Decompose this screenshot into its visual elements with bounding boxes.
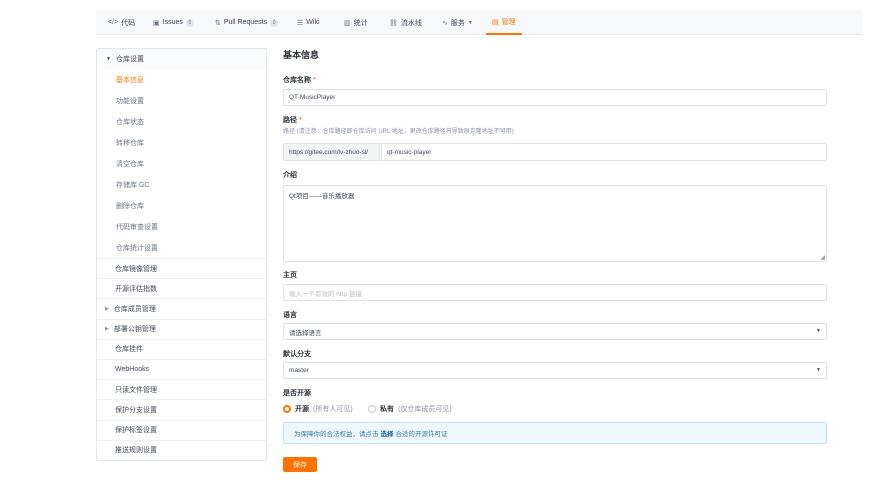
sidebar-item-mirror[interactable]: 仓库镜像管理 (97, 258, 266, 278)
notice-text: 合适的开源许可证 (395, 431, 448, 438)
sidebar-item-repo-status[interactable]: 仓库状态 (97, 111, 266, 132)
language-select[interactable]: 请选择语言 ▼ (283, 323, 827, 340)
homepage-input[interactable]: 输入一个有效的 http 链接 (283, 284, 827, 301)
issues-icon: ▣ (153, 19, 160, 27)
sidebar-item-transfer[interactable]: 转移仓库 (97, 132, 266, 153)
sidebar-group-label: 仓库设置 (115, 56, 144, 63)
chevron-down-icon: ▼ (816, 367, 821, 373)
sidebar-item-readonly-files[interactable]: 只读文件管理 (97, 379, 266, 399)
radio-checked-icon[interactable] (283, 405, 291, 413)
label-text: 路径 (283, 117, 297, 124)
radio-label: 私有 (380, 406, 394, 413)
license-notice: 为保障你的合法权益，请点击 选择 合适的开源许可证 (283, 422, 827, 444)
language-label: 语言 (283, 312, 297, 319)
tab-issues[interactable]: ▣ Issues 0 (153, 10, 194, 35)
radio-note: (仅仓库成员可见) (398, 406, 452, 413)
path-input[interactable]: qt-music-player (381, 143, 827, 161)
radio-label: 开源 (295, 406, 309, 413)
sidebar-group-repo-settings[interactable]: ▼ 仓库设置 (97, 49, 266, 69)
sidebar-item-members[interactable]: ▶ 仓库成员管理 (97, 298, 266, 318)
chevron-down-icon: ▼ (106, 56, 111, 62)
sidebar-item-clear[interactable]: 清空仓库 (97, 153, 266, 174)
sidebar-item-protected-tags[interactable]: 保护标签设置 (97, 419, 266, 440)
sidebar-item-deploy-keys[interactable]: ▶ 部署公钥管理 (97, 318, 266, 339)
resize-grip-icon[interactable]: ◢ (820, 254, 825, 261)
open-source-label: 是否开源 (283, 390, 311, 397)
choose-license-link[interactable]: 选择 (381, 428, 394, 438)
sidebar-item-widgets[interactable]: 仓库挂件 (97, 338, 266, 359)
tab-service[interactable]: ∿ 服务 ▼ (442, 10, 473, 35)
sidebar-item-code-review[interactable]: 代码审查设置 (97, 216, 266, 237)
sidebar-item-push-rules[interactable]: 推送规则设置 (97, 439, 266, 460)
chevron-right-icon: ▶ (105, 305, 109, 312)
repo-name-label: 仓库名称 * (283, 75, 316, 85)
tab-label: Wiki (306, 19, 320, 26)
required-mark: * (299, 117, 302, 124)
path-label: 路径 * (283, 115, 302, 125)
sidebar-item-webhooks[interactable]: WebHooks (97, 358, 266, 379)
path-prefix: https://gitee.com/lv-zhuo-si/ (283, 143, 380, 161)
repo-name-input[interactable]: QT-MusicPlayer (283, 89, 827, 106)
tab-pipeline[interactable]: ⛓ 流水线 (389, 10, 422, 35)
sidebar-item-oss-index[interactable]: 开源评估指数 (97, 278, 266, 298)
tab-label: 代码 (121, 19, 136, 27)
page-title: 基本信息 (283, 50, 320, 60)
count-badge: 0 (185, 18, 194, 27)
pull-request-icon: ⇅ (215, 19, 221, 27)
tab-wiki[interactable]: ☰ Wiki (297, 10, 320, 35)
radio-unchecked-icon[interactable] (368, 405, 376, 413)
homepage-label: 主页 (283, 272, 297, 279)
notice-text: 为保障你的合法权益，请点击 (294, 431, 379, 438)
intro-textarea[interactable]: Qt项目——音乐播放器 ◢ (283, 185, 827, 262)
save-button[interactable]: 保存 (283, 457, 317, 472)
code-icon: </> (108, 19, 119, 26)
select-value: master (289, 367, 309, 374)
radio-public[interactable]: 开源 (所有人可见) (283, 404, 353, 414)
count-badge: 0 (270, 18, 279, 27)
label-text: 仓库名称 (283, 77, 311, 84)
sidebar-item-gc[interactable]: 存储库 GC (97, 174, 266, 195)
select-value: 请选择语言 (289, 329, 322, 337)
sidebar-item-label: 部署公钥管理 (113, 326, 156, 334)
sidebar-item-statistics[interactable]: 仓库统计设置 (97, 237, 266, 258)
stats-icon: ▥ (344, 19, 351, 27)
path-hint: 路径 (请注意：仓库路径即仓库访问 URL 地址，更改仓库路径将导致原克隆地址不… (283, 129, 514, 135)
sidebar-item-basic-info[interactable]: 基本信息 (97, 69, 266, 90)
tab-label: 服务 (450, 19, 465, 27)
radio-note: (所有人可见) (313, 406, 353, 413)
pipeline-icon: ⛓ (389, 19, 398, 27)
sidebar-item-protected-branches[interactable]: 保护分支设置 (97, 399, 266, 419)
chevron-down-icon: ▼ (467, 19, 473, 26)
tab-pull-requests[interactable]: ⇅ Pull Requests 0 (215, 10, 279, 35)
default-branch-label: 默认分支 (283, 351, 311, 358)
tab-label: 管理 (501, 18, 516, 26)
intro-text: Qt项目——音乐播放器 (289, 193, 355, 200)
settings-sidebar: ▼ 仓库设置 基本信息 功能设置 仓库状态 转移仓库 清空仓库 存储库 GC 删… (96, 48, 267, 461)
chevron-down-icon: ▼ (816, 328, 821, 334)
intro-label: 介绍 (283, 172, 297, 179)
tab-label: 统计 (353, 19, 368, 27)
sidebar-item-features[interactable]: 功能设置 (97, 90, 266, 111)
sidebar-item-delete[interactable]: 删除仓库 (97, 195, 266, 216)
sidebar-item-label: 仓库成员管理 (113, 305, 156, 313)
chevron-right-icon: ▶ (105, 326, 109, 333)
service-icon: ∿ (442, 19, 448, 27)
repo-nav: </> 代码 ▣ Issues 0 ⇅ Pull Requests 0 ☰ Wi… (96, 10, 862, 35)
wiki-icon: ☰ (297, 19, 304, 27)
default-branch-select[interactable]: master ▼ (283, 362, 827, 379)
tab-label: Pull Requests (223, 19, 268, 26)
tab-code[interactable]: </> 代码 (108, 10, 135, 35)
required-mark: * (313, 77, 316, 84)
tab-label: Issues (162, 19, 183, 26)
tab-label: 流水线 (400, 19, 422, 27)
tab-manage[interactable]: ▤ 管理 (486, 10, 522, 35)
tab-stats[interactable]: ▥ 统计 (344, 10, 368, 35)
manage-icon: ▤ (492, 18, 499, 26)
radio-private[interactable]: 私有 (仅仓库成员可见) (368, 404, 452, 414)
